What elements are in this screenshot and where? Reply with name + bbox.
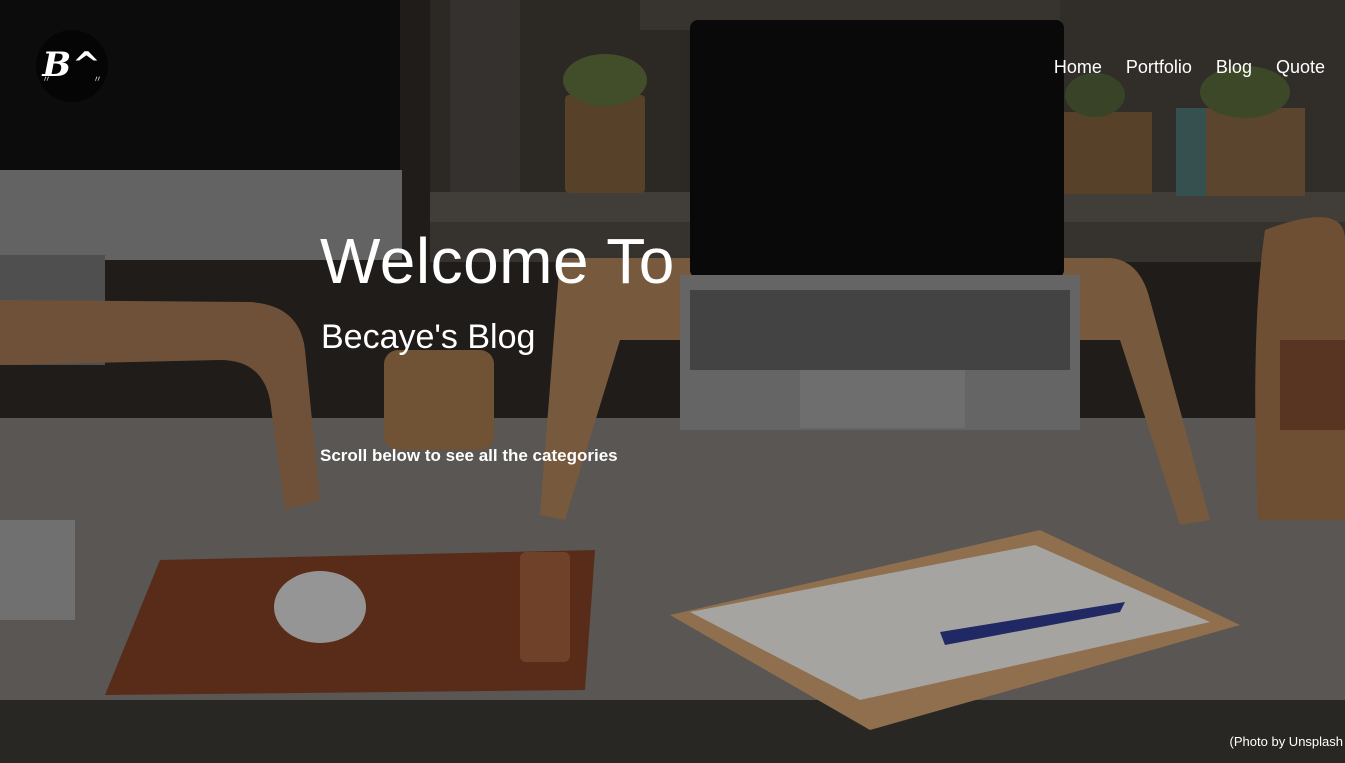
nav-portfolio[interactable]: Portfolio (1126, 57, 1192, 78)
hero-title: Welcome To (320, 225, 675, 297)
hero-subtitle: Becaye's Blog (321, 318, 536, 356)
main-nav: Home Portfolio Blog Quote (1054, 57, 1325, 78)
nav-home[interactable]: Home (1054, 57, 1102, 78)
logo-spark-left-icon: 〃 (42, 74, 52, 84)
nav-quote[interactable]: Quote (1276, 57, 1325, 78)
nav-blog[interactable]: Blog (1216, 57, 1252, 78)
brand-logo[interactable]: 〃 B^ 〃 (36, 30, 108, 102)
logo-spark-right-icon: 〃 (92, 74, 102, 84)
photo-credit: (Photo by Unsplash (1229, 734, 1343, 749)
scroll-hint: Scroll below to see all the categories (320, 446, 618, 465)
hero-section: 〃 B^ 〃 Home Portfolio Blog Quote Welcome… (0, 0, 1345, 763)
background-overlay (0, 0, 1345, 763)
